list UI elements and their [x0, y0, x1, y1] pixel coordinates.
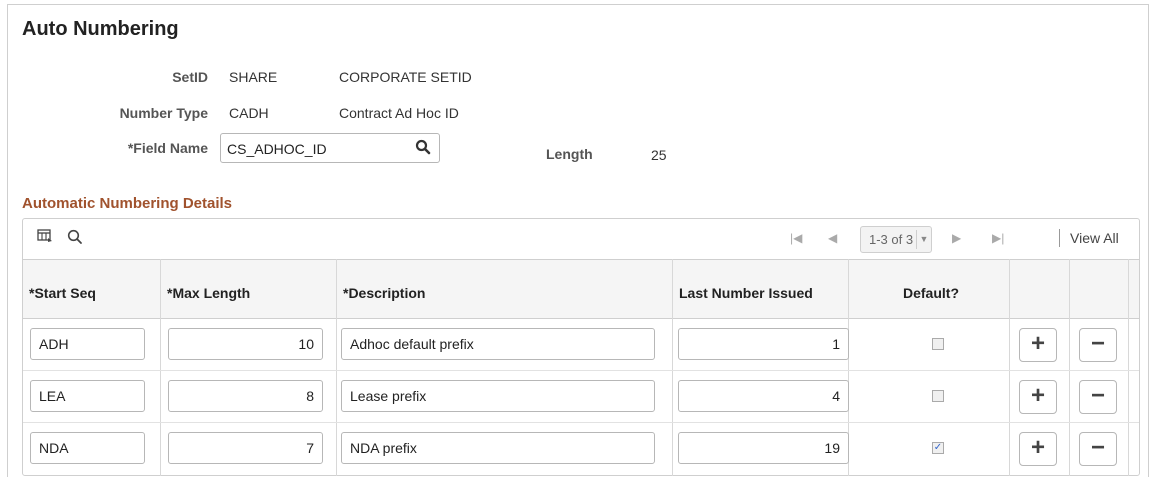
grid-header: *Start Seq *Max Length *Description Last… — [23, 259, 1139, 319]
table-row: ADH 10 Adhoc default prefix 1 + − — [23, 319, 1139, 371]
table-row: NDA 7 NDA prefix 19 ✓ + − — [23, 423, 1139, 475]
field-name-label: *Field Name — [127, 140, 208, 156]
start-seq-input[interactable]: NDA — [30, 432, 145, 464]
next-page-icon[interactable]: ▶ — [952, 231, 961, 245]
description-input[interactable]: Adhoc default prefix — [341, 328, 655, 360]
setid-value: SHARE — [229, 69, 278, 85]
setid-label: SetID — [172, 69, 208, 85]
col-header-last-number: Last Number Issued — [679, 285, 813, 301]
delete-row-button[interactable]: − — [1079, 328, 1117, 362]
field-name-input[interactable] — [227, 140, 407, 158]
max-length-input[interactable]: 7 — [168, 432, 323, 464]
search-icon[interactable] — [415, 139, 431, 158]
last-number-input[interactable]: 19 — [678, 432, 849, 464]
setid-description: CORPORATE SETID — [339, 69, 472, 85]
previous-page-icon[interactable]: ◀ — [828, 231, 837, 245]
view-all-link[interactable]: View All — [1070, 230, 1119, 246]
col-header-description: *Description — [343, 285, 426, 301]
description-input[interactable]: Lease prefix — [341, 380, 655, 412]
grid-toolbar: |◀ ◀ 1-3 of 3 ▼ ▶ ▶| View All — [23, 219, 1139, 259]
field-name-field[interactable] — [220, 133, 440, 163]
number-type-description: Contract Ad Hoc ID — [339, 105, 459, 121]
number-type-value: CADH — [229, 105, 269, 121]
pager-select[interactable]: 1-3 of 3 ▼ — [860, 226, 932, 253]
add-row-button[interactable]: + — [1019, 380, 1057, 414]
table-row: LEA 8 Lease prefix 4 + − — [23, 371, 1139, 423]
last-number-input[interactable]: 1 — [678, 328, 849, 360]
find-icon[interactable] — [67, 229, 83, 250]
page-title: Auto Numbering — [22, 18, 179, 40]
description-input[interactable]: NDA prefix — [341, 432, 655, 464]
col-header-max-length: *Max Length — [167, 285, 251, 301]
default-checkbox[interactable]: ✓ — [932, 442, 944, 454]
length-value: 25 — [651, 147, 667, 163]
start-seq-input[interactable]: ADH — [30, 328, 145, 360]
delete-row-button[interactable]: − — [1079, 432, 1117, 466]
pager-text: 1-3 of 3 — [869, 232, 914, 247]
max-length-input[interactable]: 8 — [168, 380, 323, 412]
section-title: Automatic Numbering Details — [22, 195, 233, 212]
add-row-button[interactable]: + — [1019, 432, 1057, 466]
number-type-label: Number Type — [119, 105, 208, 121]
col-header-start-seq: *Start Seq — [29, 285, 96, 301]
last-number-input[interactable]: 4 — [678, 380, 849, 412]
toolbar-divider — [1059, 229, 1060, 247]
add-row-button[interactable]: + — [1019, 328, 1057, 362]
delete-row-button[interactable]: − — [1079, 380, 1117, 414]
start-seq-input[interactable]: LEA — [30, 380, 145, 412]
max-length-input[interactable]: 10 — [168, 328, 323, 360]
numbering-grid: |◀ ◀ 1-3 of 3 ▼ ▶ ▶| View All *Start Seq… — [22, 218, 1140, 476]
chevron-down-icon: ▼ — [916, 230, 931, 249]
length-label: Length — [546, 146, 593, 162]
default-checkbox[interactable] — [932, 338, 944, 350]
col-header-default: Default? — [903, 285, 959, 301]
last-page-icon[interactable]: ▶| — [992, 231, 1004, 245]
default-checkbox[interactable] — [932, 390, 944, 402]
personalize-grid-icon[interactable] — [37, 229, 53, 248]
first-page-icon[interactable]: |◀ — [790, 231, 802, 245]
